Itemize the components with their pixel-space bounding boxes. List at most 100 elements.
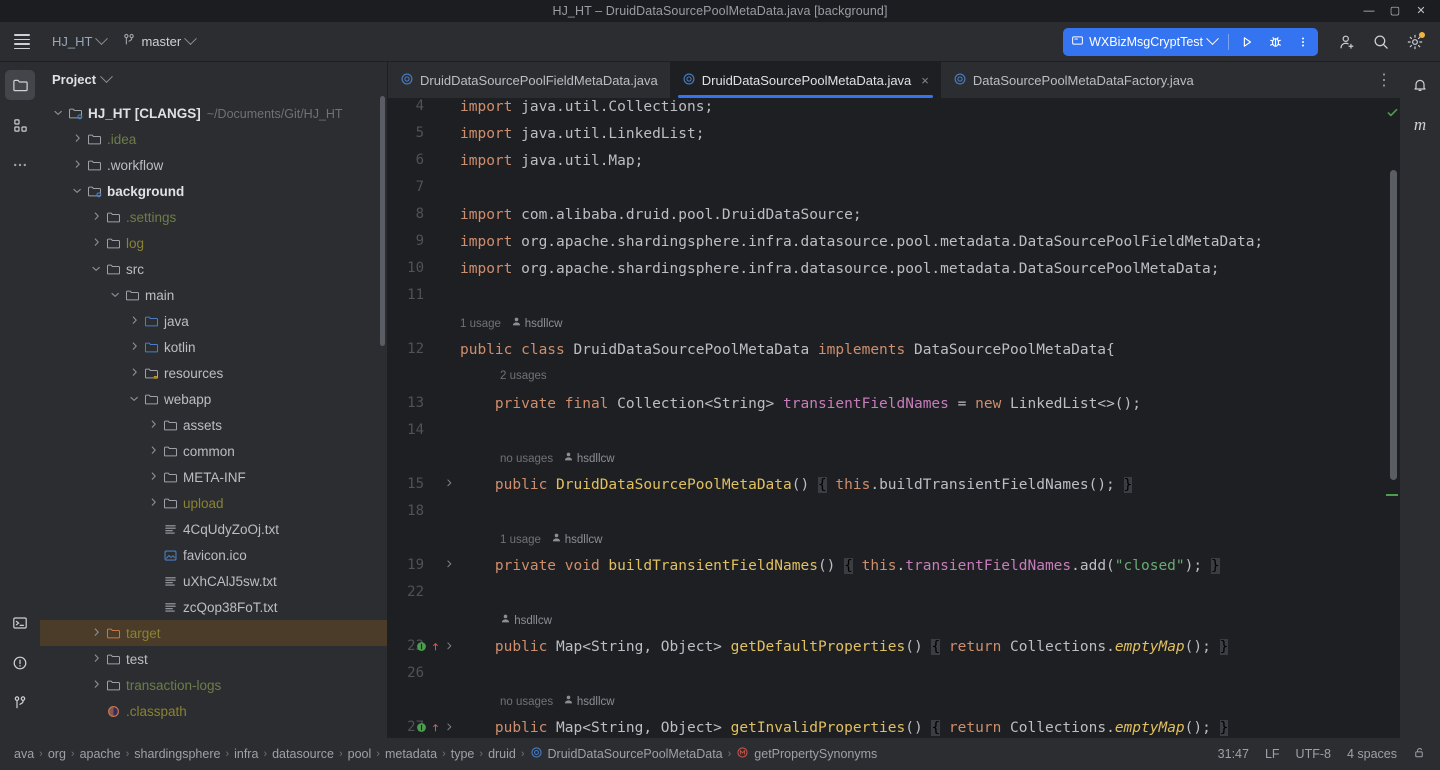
close-button[interactable]: ✕ bbox=[1408, 0, 1434, 22]
chevron-right-icon[interactable] bbox=[90, 236, 104, 250]
account-button[interactable] bbox=[1330, 25, 1364, 59]
chevron-right-icon[interactable] bbox=[71, 132, 85, 146]
tree-row[interactable]: log bbox=[40, 230, 387, 256]
tree-row[interactable]: kotlin bbox=[40, 334, 387, 360]
breadcrumb-item[interactable]: metadata bbox=[381, 747, 441, 761]
sidebar-item-structure[interactable] bbox=[5, 110, 35, 140]
code-line[interactable]: import org.apache.shardingsphere.infra.d… bbox=[460, 260, 1220, 278]
chevron-down-icon[interactable] bbox=[109, 288, 123, 302]
settings-button[interactable] bbox=[1398, 25, 1432, 59]
close-icon[interactable]: × bbox=[921, 73, 929, 88]
tree-row[interactable]: resources bbox=[40, 360, 387, 386]
sidebar-item-version-control[interactable] bbox=[5, 688, 35, 718]
implements-method-gutter-icon[interactable] bbox=[415, 639, 456, 654]
breadcrumb-item[interactable]: ava bbox=[10, 747, 38, 761]
code-line[interactable]: public Map<String, Object> getDefaultPro… bbox=[460, 638, 1229, 656]
tree-row[interactable]: META-INF bbox=[40, 464, 387, 490]
chevron-right-icon[interactable] bbox=[128, 314, 142, 328]
breadcrumb-item[interactable]: shardingsphere bbox=[130, 747, 224, 761]
lock-icon[interactable] bbox=[1413, 746, 1426, 762]
branch-widget[interactable]: master bbox=[114, 29, 203, 55]
tree-row[interactable]: uXhCAlJ5sw.txt bbox=[40, 568, 387, 594]
editor-tab[interactable]: DruidDataSourcePoolMetaData.java × bbox=[669, 62, 941, 98]
tree-row[interactable]: target bbox=[40, 620, 387, 646]
project-tree-scrollbar[interactable] bbox=[380, 96, 385, 346]
tree-row[interactable]: background bbox=[40, 178, 387, 204]
implements-method-gutter-icon[interactable] bbox=[415, 720, 456, 735]
usage-count[interactable]: no usages bbox=[500, 696, 553, 708]
run-config-selector[interactable]: WXBizMsgCryptTest bbox=[1069, 30, 1223, 54]
search-everywhere-button[interactable] bbox=[1364, 25, 1398, 59]
author-name[interactable]: hsdllcw bbox=[577, 696, 615, 708]
maximize-button[interactable]: ▢ bbox=[1382, 0, 1408, 22]
chevron-down-icon[interactable] bbox=[128, 392, 142, 406]
editor-tabs-more-button[interactable]: ⋮ bbox=[1368, 62, 1400, 98]
breadcrumb-item[interactable]: apache bbox=[76, 747, 125, 761]
tree-row[interactable]: .classpath bbox=[40, 698, 387, 724]
main-menu-button[interactable] bbox=[0, 22, 44, 62]
more-tool-windows-button[interactable] bbox=[5, 150, 35, 180]
fold-gutter-icon[interactable] bbox=[443, 477, 456, 490]
chevron-right-icon[interactable] bbox=[147, 444, 161, 458]
tree-row[interactable]: transaction-logs bbox=[40, 672, 387, 698]
tree-row[interactable]: common bbox=[40, 438, 387, 464]
run-more-button[interactable] bbox=[1290, 30, 1316, 54]
breadcrumb-item[interactable]: infra bbox=[230, 747, 262, 761]
usage-count[interactable]: 1 usage bbox=[460, 318, 501, 330]
tree-row[interactable]: .idea bbox=[40, 126, 387, 152]
usage-count[interactable]: no usages bbox=[500, 453, 553, 465]
chevron-down-icon[interactable] bbox=[71, 184, 85, 198]
inlay-hint[interactable]: 2 usages bbox=[500, 370, 547, 382]
project-panel-header[interactable]: Project bbox=[40, 62, 387, 96]
tree-row[interactable]: java bbox=[40, 308, 387, 334]
code-line[interactable]: public DruidDataSourcePoolMetaData() { t… bbox=[460, 476, 1133, 494]
line-separator[interactable]: LF bbox=[1265, 747, 1280, 761]
inlay-hint[interactable]: 1 usage hsdllcw bbox=[500, 532, 602, 546]
chevron-right-icon[interactable] bbox=[128, 340, 142, 354]
code-line[interactable]: import com.alibaba.druid.pool.DruidDataS… bbox=[460, 206, 862, 224]
tree-row[interactable]: favicon.ico bbox=[40, 542, 387, 568]
breadcrumb-item[interactable]: type bbox=[447, 747, 479, 761]
code-line[interactable]: import java.util.LinkedList; bbox=[460, 125, 704, 143]
editor-gutter[interactable]: 4 5 6 7 8 9 10 11 12 13 14 15 18 19 22 23 26 27 bbox=[388, 98, 458, 738]
indent-setting[interactable]: 4 spaces bbox=[1347, 747, 1397, 761]
fold-gutter-icon[interactable] bbox=[443, 558, 456, 571]
breadcrumb-item[interactable]: DruidDataSourcePoolMetaData bbox=[526, 746, 727, 762]
chevron-right-icon[interactable] bbox=[147, 470, 161, 484]
tree-row[interactable]: test bbox=[40, 646, 387, 672]
chevron-right-icon[interactable] bbox=[90, 626, 104, 640]
run-button[interactable] bbox=[1234, 30, 1260, 54]
code-line[interactable]: private void buildTransientFieldNames() … bbox=[460, 557, 1220, 575]
project-widget[interactable]: HJ_HT bbox=[44, 29, 114, 55]
tree-row[interactable]: .settings bbox=[40, 204, 387, 230]
breadcrumb-item[interactable]: org bbox=[44, 747, 70, 761]
code-content[interactable]: import java.util.Collections; import java… bbox=[458, 98, 1400, 738]
file-encoding[interactable]: UTF-8 bbox=[1296, 747, 1331, 761]
breadcrumb-item[interactable]: getPropertySynonyms bbox=[732, 746, 881, 762]
chevron-right-icon[interactable] bbox=[90, 652, 104, 666]
usage-count[interactable]: 2 usages bbox=[500, 370, 547, 382]
inspection-ok-icon[interactable] bbox=[1386, 104, 1399, 123]
code-line[interactable]: import java.util.Collections; bbox=[460, 98, 713, 116]
chevron-right-icon[interactable] bbox=[90, 678, 104, 692]
inlay-hint[interactable]: hsdllcw bbox=[500, 613, 552, 627]
maven-tool-window-button[interactable]: m bbox=[1405, 110, 1435, 140]
code-line[interactable]: public Map<String, Object> getInvalidPro… bbox=[460, 719, 1229, 737]
tree-row[interactable]: upload bbox=[40, 490, 387, 516]
tree-row[interactable]: .workflow bbox=[40, 152, 387, 178]
editor-right-gutter[interactable] bbox=[1386, 98, 1400, 738]
editor-tab[interactable]: DruidDataSourcePoolFieldMetaData.java bbox=[388, 62, 670, 98]
sidebar-item-terminal[interactable] bbox=[5, 608, 35, 638]
code-line[interactable]: import org.apache.shardingsphere.infra.d… bbox=[460, 233, 1263, 251]
chevron-right-icon[interactable] bbox=[147, 418, 161, 432]
author-name[interactable]: hsdllcw bbox=[577, 453, 615, 465]
code-line[interactable]: import java.util.Map; bbox=[460, 152, 643, 170]
breadcrumb-item[interactable]: pool bbox=[344, 747, 376, 761]
tree-row[interactable]: assets bbox=[40, 412, 387, 438]
author-name[interactable]: hsdllcw bbox=[565, 534, 603, 546]
inlay-hint[interactable]: 1 usage hsdllcw bbox=[460, 316, 562, 330]
code-editor[interactable]: 4 5 6 7 8 9 10 11 12 13 14 15 18 19 22 23 26 27 import ja… bbox=[388, 98, 1400, 738]
usage-count[interactable]: 1 usage bbox=[500, 534, 541, 546]
inlay-hint[interactable]: no usages hsdllcw bbox=[500, 451, 615, 465]
tree-row[interactable]: main bbox=[40, 282, 387, 308]
